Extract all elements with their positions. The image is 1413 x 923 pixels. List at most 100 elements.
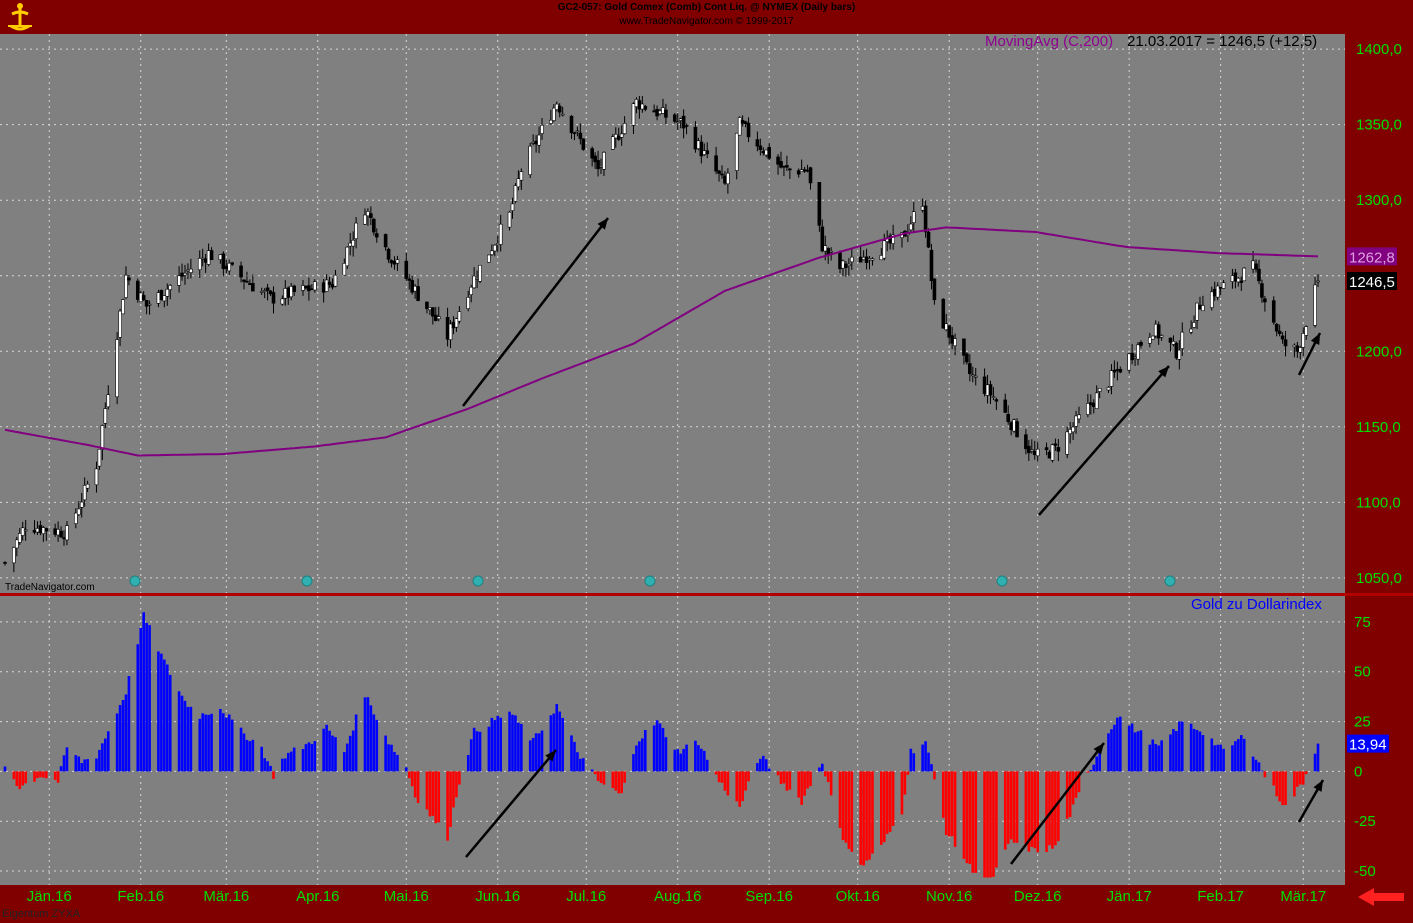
- indicator-bar: [906, 771, 910, 775]
- indicator-bar: [602, 771, 606, 785]
- candle-body: [590, 148, 594, 159]
- candle-body: [218, 254, 223, 260]
- candle-body: [841, 260, 845, 269]
- candle-body: [929, 249, 934, 282]
- chart-canvas[interactable]: 1050,0 1100,0 1150,0 1200,0 1300,0 1350,0 1400…: [0, 0, 1413, 923]
- indicator-bar: [694, 740, 697, 772]
- indicator-bar: [1107, 733, 1110, 772]
- candle-body: [97, 448, 102, 467]
- indicator-bar: [531, 738, 535, 772]
- indicator-bar: [201, 713, 204, 772]
- indicator-bar: [759, 758, 762, 772]
- candle-body: [847, 263, 851, 266]
- candle-body: [537, 134, 541, 146]
- indicator-bar: [499, 717, 502, 772]
- candle-body: [1094, 392, 1099, 409]
- indicator-bar: [487, 726, 491, 772]
- candle-body: [596, 160, 600, 170]
- indicator-bar: [823, 771, 827, 777]
- indicator-bar: [1172, 729, 1175, 772]
- indicator-bar: [971, 771, 975, 873]
- price-panel: [0, 34, 1345, 593]
- indicator-bar: [3, 766, 7, 772]
- candle-body: [743, 121, 748, 125]
- candle-body: [124, 274, 128, 298]
- indicator-bar: [1198, 731, 1202, 772]
- price-tick-label: 1300,0: [1356, 192, 1402, 209]
- candle-body: [920, 206, 925, 211]
- candle-body: [1283, 339, 1288, 347]
- candle-body: [1035, 448, 1040, 457]
- candle-body: [717, 170, 721, 174]
- indicator-bar: [1257, 762, 1261, 772]
- indicator-bar: [1074, 771, 1078, 798]
- candle-body: [1230, 275, 1235, 282]
- candle-body: [115, 339, 119, 398]
- candle-body: [121, 299, 125, 315]
- candle-body: [62, 537, 66, 540]
- indicator-legend: Gold zu Dollarindex: [1191, 596, 1322, 613]
- indicator-bar: [676, 749, 680, 772]
- candle-body: [118, 310, 122, 338]
- indicator-bar: [950, 771, 954, 837]
- indicator-bar: [717, 771, 721, 783]
- indicator-bar: [723, 771, 727, 791]
- indicator-bar: [818, 767, 821, 772]
- candle-body: [516, 178, 521, 188]
- candle-body: [932, 278, 937, 301]
- candle-body: [1212, 288, 1217, 297]
- indicator-bar: [888, 771, 892, 832]
- candle-body: [144, 299, 149, 307]
- candle-body: [475, 278, 479, 280]
- indicator-bar: [313, 741, 317, 772]
- indicator-bar: [1251, 756, 1255, 772]
- price-readout: 21.03.2017 = 1246,5 (+12,5): [1127, 33, 1317, 50]
- indicator-bar: [1213, 745, 1217, 772]
- candle-body: [38, 525, 43, 533]
- x-axis-label: Okt.16: [836, 888, 880, 905]
- candle-body: [684, 125, 689, 127]
- indicator-bar: [1092, 764, 1096, 772]
- indicator-bar: [661, 727, 665, 772]
- candle-body: [1218, 286, 1223, 289]
- candle-body: [593, 155, 597, 163]
- candle-body: [324, 279, 329, 292]
- indicator-bar: [145, 622, 148, 772]
- indicator-bar: [425, 771, 429, 810]
- candle-body: [507, 211, 512, 228]
- candle-body: [988, 384, 993, 396]
- candle-body: [280, 298, 285, 305]
- indicator-bar: [428, 771, 432, 817]
- candle-body: [1192, 322, 1196, 328]
- indicator-tick-label: 25: [1354, 714, 1371, 731]
- candle-body: [858, 256, 863, 263]
- x-axis-label: Feb.16: [117, 888, 164, 905]
- indicator-bar: [21, 771, 25, 786]
- indicator-bar: [826, 771, 830, 783]
- candle-body: [395, 259, 400, 264]
- candle-body: [864, 256, 869, 264]
- candle-body: [44, 528, 49, 532]
- candle-body: [79, 501, 84, 508]
- indicator-bar: [121, 700, 125, 772]
- candle-body: [251, 283, 255, 292]
- candle-body: [699, 141, 704, 157]
- indicator-bar: [803, 771, 806, 796]
- candle-body: [720, 173, 724, 176]
- event-marker-icon: [1164, 575, 1176, 587]
- candle-body: [557, 105, 562, 113]
- indicator-bar: [1095, 756, 1099, 772]
- indicator-bar: [989, 771, 992, 878]
- candle-body: [693, 126, 698, 150]
- candle-body: [678, 118, 683, 121]
- scroll-left-arrow-icon[interactable]: [1358, 888, 1404, 906]
- candle-body: [416, 286, 420, 301]
- candle-body: [637, 100, 642, 110]
- candle-body: [602, 151, 606, 170]
- candle-body: [1112, 369, 1117, 373]
- indicator-bar: [974, 771, 978, 873]
- indicator-bar: [573, 741, 576, 772]
- indicator-bar: [177, 691, 181, 772]
- candle-body: [531, 142, 535, 144]
- candle-body: [436, 316, 441, 320]
